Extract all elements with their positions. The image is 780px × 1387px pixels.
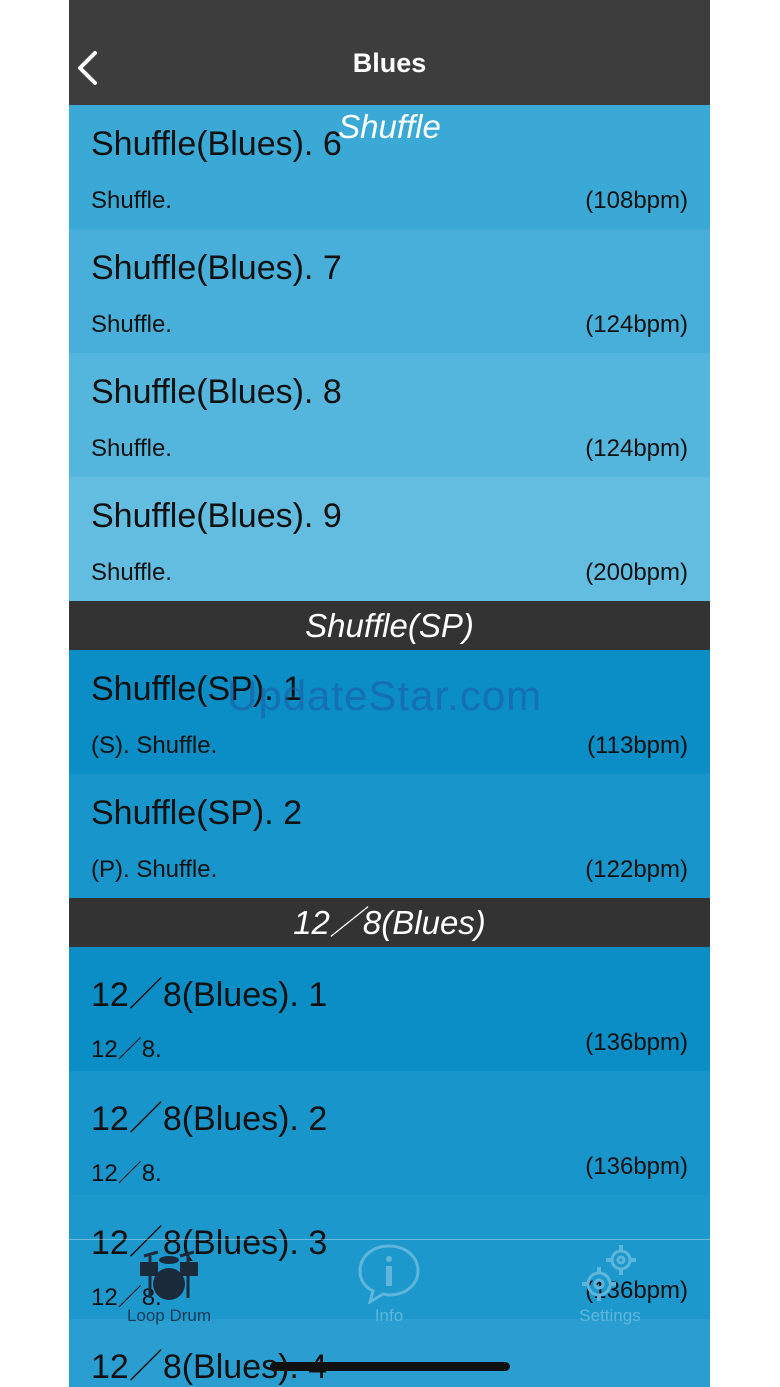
tempo-label: (124bpm)	[585, 435, 688, 462]
rhythm-subtitle: 12／8.	[91, 1160, 162, 1187]
tab-loop-drum[interactable]: Loop Drum	[69, 1240, 269, 1328]
list-item[interactable]: 12／8(Blues). 4	[69, 1319, 710, 1387]
rhythm-subtitle: 12／8.	[91, 1036, 162, 1063]
rhythm-title: Shuffle(Blues). 6	[91, 125, 342, 163]
tab-label: Settings	[579, 1306, 641, 1325]
tempo-label: (108bpm)	[585, 187, 688, 214]
gear-icon	[577, 1242, 643, 1309]
tempo-label: (113bpm)	[587, 732, 688, 759]
list-item[interactable]: 12／8(Blues). 1 12／8. (136bpm)	[69, 947, 710, 1071]
tab-label: Loop Drum	[126, 1306, 212, 1325]
tab-info[interactable]: Info	[289, 1240, 489, 1328]
rhythm-title: 12／8(Blues). 2	[91, 1100, 328, 1138]
rhythm-title: Shuffle(Blues). 7	[91, 249, 342, 287]
navigation-bar: Blues	[69, 0, 710, 105]
tempo-label: (136bpm)	[585, 1029, 688, 1056]
app-screen: Blues Shuffle(Blues). 6 Shuffle. (108bpm) S…	[69, 0, 710, 1387]
rhythm-title: Shuffle(SP). 1	[91, 670, 303, 708]
tab-settings[interactable]: Settings	[510, 1240, 710, 1328]
tempo-label: (124bpm)	[585, 311, 688, 338]
rhythm-subtitle: (S). Shuffle.	[91, 732, 218, 759]
rhythm-subtitle: (P). Shuffle.	[91, 856, 218, 883]
info-icon	[356, 1242, 422, 1309]
rhythm-title: 12／8(Blues). 1	[91, 976, 328, 1014]
list-item[interactable]: Shuffle(Blues). 6 Shuffle. (108bpm)	[69, 105, 710, 229]
rhythm-subtitle: Shuffle.	[91, 311, 172, 338]
list-item[interactable]: Shuffle(Blues). 9 Shuffle. (200bpm)	[69, 477, 710, 601]
section-header: Shuffle(SP)	[69, 601, 710, 650]
list-item[interactable]: 12／8(Blues). 2 12／8. (136bpm)	[69, 1071, 710, 1195]
page-title: Blues	[352, 48, 427, 78]
drum-icon	[136, 1242, 202, 1309]
rhythm-title: Shuffle(SP). 2	[91, 794, 303, 832]
section-header: 12／8(Blues)	[69, 898, 710, 947]
list-item[interactable]: Shuffle(Blues). 7 Shuffle. (124bpm)	[69, 229, 710, 353]
rhythm-title: Shuffle(Blues). 9	[91, 497, 342, 535]
rhythm-subtitle: Shuffle.	[91, 435, 172, 462]
tempo-label: (200bpm)	[585, 559, 688, 586]
rhythm-subtitle: Shuffle.	[91, 187, 172, 214]
rhythm-list[interactable]: Shuffle(Blues). 6 Shuffle. (108bpm) Shuffle…	[69, 105, 710, 1387]
list-item[interactable]: Shuffle(Blues). 8 Shuffle. (124bpm)	[69, 353, 710, 477]
home-indicator[interactable]	[270, 1362, 510, 1371]
list-item[interactable]: Shuffle(SP). 2 (P). Shuffle. (122bpm)	[69, 774, 710, 898]
rhythm-subtitle: Shuffle.	[91, 559, 172, 586]
list-item[interactable]: Shuffle(SP). 1 (S). Shuffle. (113bpm)	[69, 650, 710, 774]
tab-label: Info	[374, 1306, 404, 1325]
rhythm-title: Shuffle(Blues). 8	[91, 373, 342, 411]
tab-bar: Loop Drum Info Settings	[69, 1239, 710, 1328]
tempo-label: (122bpm)	[585, 856, 688, 883]
tempo-label: (136bpm)	[585, 1153, 688, 1180]
